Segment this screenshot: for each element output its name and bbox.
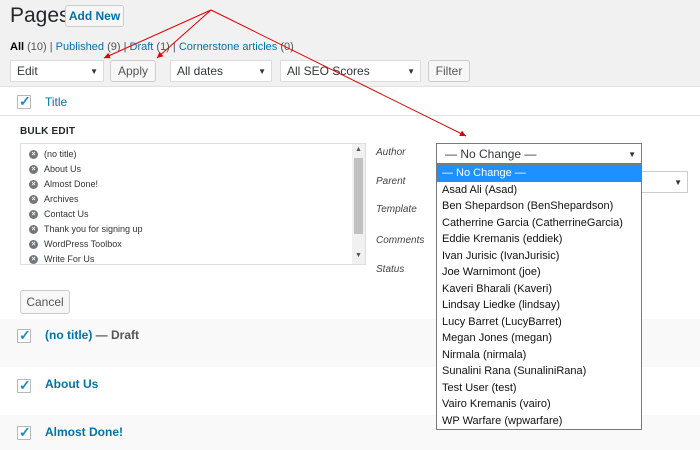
- annotation-arrow: [156, 9, 212, 59]
- annotation-arrow: [103, 9, 212, 59]
- annotation-arrow: [210, 9, 467, 137]
- annotation-arrows: [103, 9, 467, 137]
